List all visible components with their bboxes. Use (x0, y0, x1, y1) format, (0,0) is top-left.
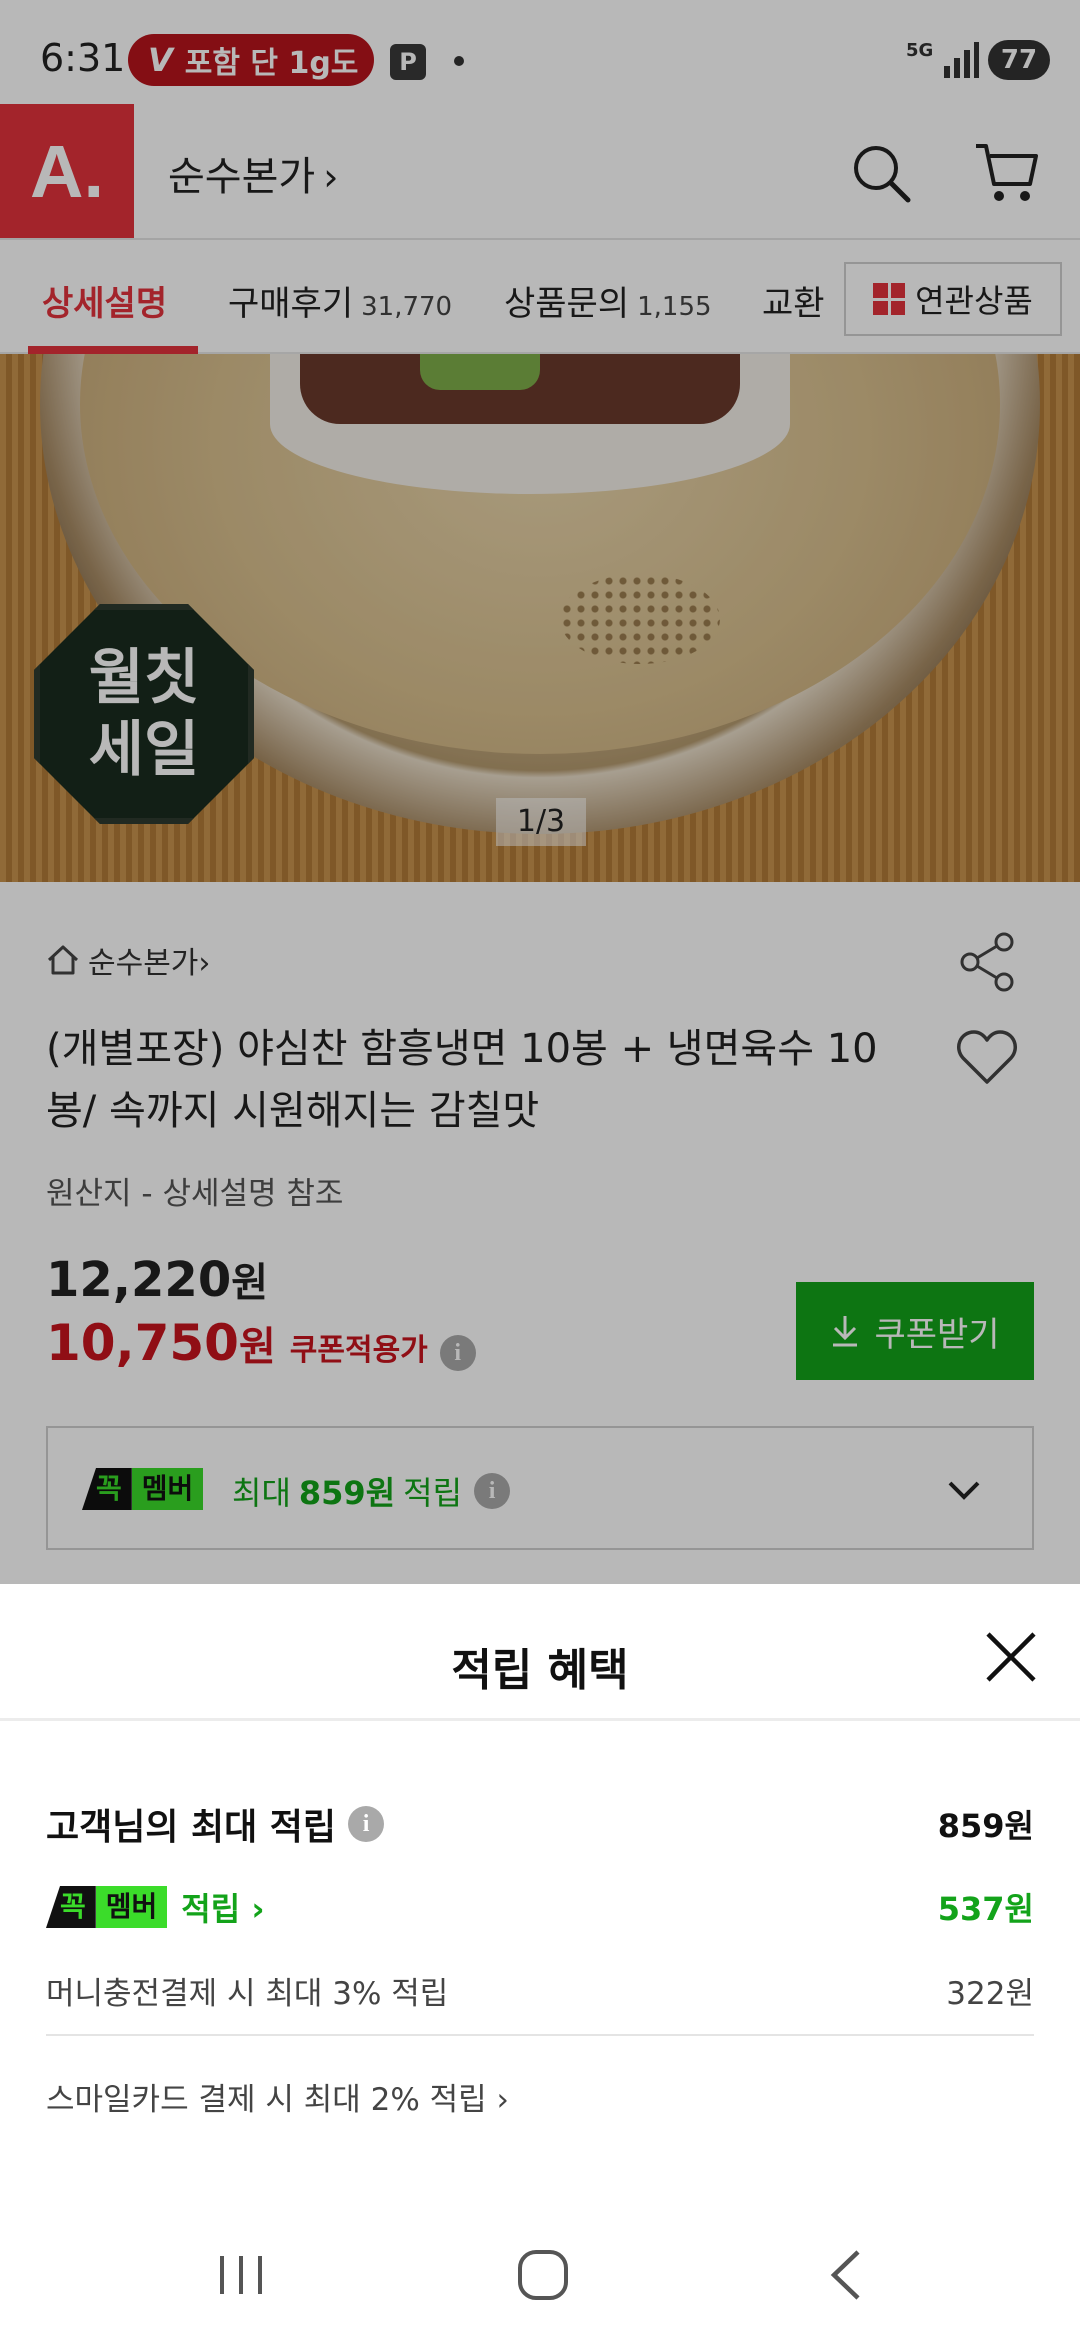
system-nav-bar (0, 2200, 1080, 2340)
info-icon[interactable]: i (348, 1806, 385, 1842)
smile-card-row[interactable]: 스마일카드 결제 시 최대 2% 적립 › (46, 2074, 1034, 2119)
max-points-amount: 859원 (937, 1807, 1034, 1845)
member-points-amount: 537원 (937, 1890, 1034, 1928)
recent-apps-icon[interactable] (206, 2240, 276, 2310)
member-badge-a: 꼭 (46, 1886, 96, 1928)
divider (46, 2034, 1034, 2036)
smile-card-link[interactable]: 스마일카드 결제 시 최대 2% 적립 › (46, 2074, 509, 2119)
divider (0, 1718, 1080, 1721)
money-points-amount: 322원 (946, 1976, 1034, 2012)
modal-backdrop[interactable] (0, 0, 1080, 1584)
max-points-row: 고객님의 최대 적립 i 859원 (46, 1798, 1034, 1850)
member-points-link[interactable]: 적립 › (181, 1884, 264, 1930)
sheet-title: 적립 혜택 (451, 1645, 629, 1696)
money-points-label: 머니충전결제 시 최대 3% 적립 (46, 1976, 449, 2012)
home-button-icon[interactable] (508, 2240, 578, 2310)
money-points-row: 머니충전결제 시 최대 3% 적립 322원 (46, 1968, 1034, 2013)
member-points-row[interactable]: 꼭 멤버 적립 › 537원 (46, 1884, 1034, 1930)
back-icon[interactable] (812, 2240, 882, 2310)
max-points-label: 고객님의 최대 적립 (46, 1807, 337, 1848)
member-badge-b: 멤버 (95, 1886, 168, 1928)
close-icon[interactable] (984, 1630, 1038, 1684)
member-badge: 꼭 멤버 (46, 1886, 168, 1928)
